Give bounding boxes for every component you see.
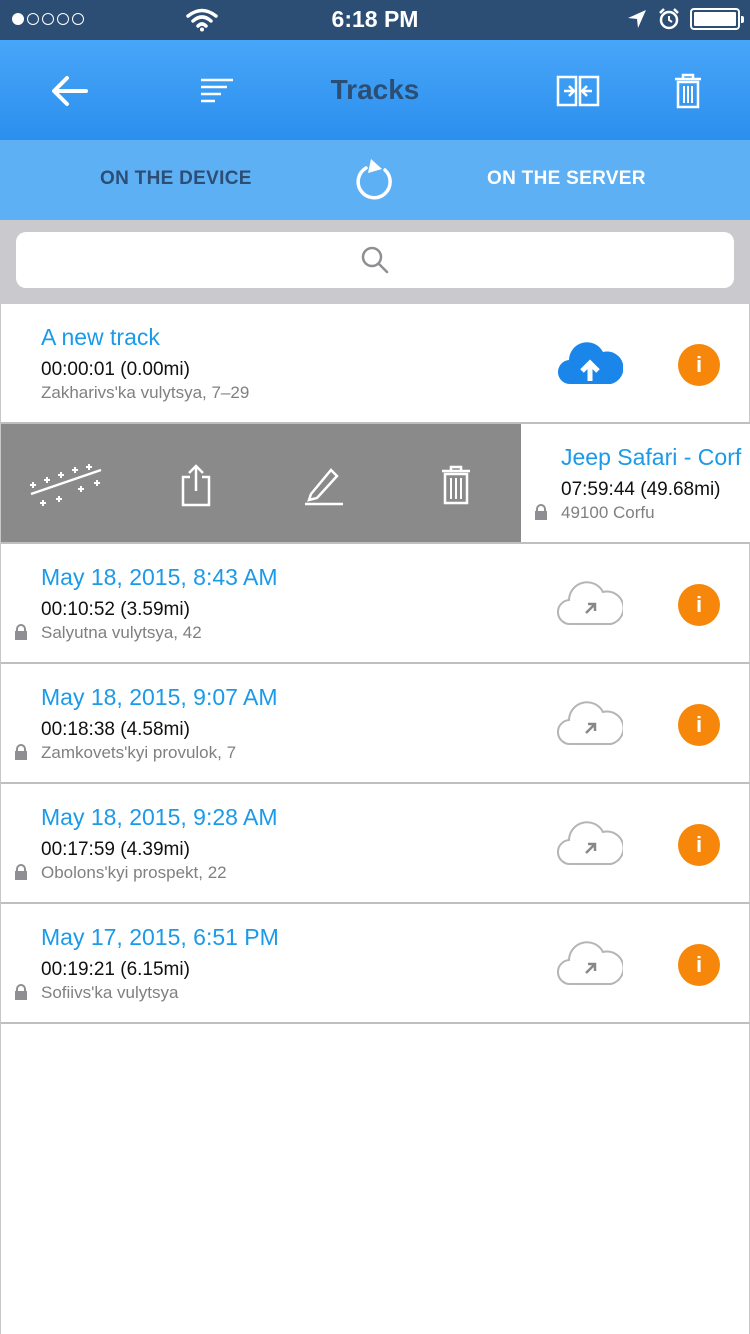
track-duration: 00:17:59 (4.39mi)	[41, 839, 190, 860]
edit-track-button[interactable]	[299, 460, 349, 510]
page-title: Tracks	[330, 74, 420, 105]
cloud-outline-icon[interactable]	[557, 940, 623, 986]
track-duration: 00:00:01 (0.00mi)	[41, 359, 190, 380]
track-address: Zakharivs'ka vulytsya, 7–29	[41, 383, 250, 402]
lock-icon	[15, 864, 27, 880]
pencil-icon	[305, 468, 343, 506]
track-row[interactable]: A new track 00:00:01 (0.00mi) Zakharivs'…	[1, 304, 750, 424]
share-track-button[interactable]	[171, 460, 221, 510]
tab-on-the-server[interactable]: ON THE SERVER	[487, 168, 646, 190]
magic-wand-icon	[30, 464, 102, 506]
swiped-track-content[interactable]: Jeep Safari - Corf 07:59:44 (49.68mi) 49…	[521, 424, 750, 542]
track-title: May 18, 2015, 8:43 AM	[41, 564, 278, 590]
status-bar: 6:18 PM	[0, 0, 750, 40]
info-button[interactable]: i	[678, 344, 720, 386]
refresh-icon[interactable]	[353, 154, 399, 204]
source-segment-bar: ON THE DEVICE ON THE SERVER	[0, 140, 750, 220]
merge-icon	[556, 75, 600, 107]
track-row-swiped[interactable]: Jeep Safari - Corf 07:59:44 (49.68mi) 49…	[1, 424, 750, 544]
track-address: Salyutna vulytsya, 42	[41, 623, 202, 642]
track-row[interactable]: May 18, 2015, 9:28 AM 00:17:59 (4.39mi) …	[1, 784, 750, 904]
delete-all-button[interactable]	[663, 66, 713, 116]
share-icon	[181, 464, 211, 507]
search-icon	[361, 246, 389, 274]
track-address: Obolons'kyi prospekt, 22	[41, 863, 227, 882]
delete-track-button[interactable]	[431, 460, 481, 510]
track-row[interactable]: May 18, 2015, 9:07 AM 00:18:38 (4.58mi) …	[1, 664, 750, 784]
info-button[interactable]: i	[678, 584, 720, 626]
lock-icon	[15, 624, 27, 640]
info-button[interactable]: i	[678, 944, 720, 986]
tracks-list: A new track 00:00:01 (0.00mi) Zakharivs'…	[0, 304, 750, 1334]
swipe-actions	[1, 424, 521, 542]
merge-tracks-button[interactable]	[553, 66, 603, 116]
track-duration: 00:10:52 (3.59mi)	[41, 599, 190, 620]
track-duration: 00:18:38 (4.58mi)	[41, 719, 190, 740]
track-duration: 00:19:21 (6.15mi)	[41, 959, 190, 980]
lock-icon	[15, 744, 27, 760]
cloud-outline-icon[interactable]	[557, 700, 623, 746]
track-title: May 17, 2015, 6:51 PM	[41, 924, 279, 950]
cloud-outline-icon[interactable]	[557, 820, 623, 866]
tab-on-the-device[interactable]: ON THE DEVICE	[100, 168, 252, 190]
track-duration: 07:59:44 (49.68mi)	[561, 479, 721, 500]
location-arrow-icon	[628, 10, 646, 28]
search-area	[0, 220, 750, 304]
track-title: May 18, 2015, 9:28 AM	[41, 804, 278, 830]
track-title: A new track	[41, 324, 160, 350]
track-title: Jeep Safari - Corf	[561, 444, 742, 470]
search-input[interactable]	[16, 232, 734, 288]
track-address: Sofiivs'ka vulytsya	[41, 983, 179, 1002]
navigation-bar: Tracks	[0, 40, 750, 140]
track-address: 49100 Corfu	[561, 503, 655, 522]
lock-icon	[535, 504, 547, 520]
cloud-upload-icon[interactable]	[557, 340, 623, 386]
info-button[interactable]: i	[678, 824, 720, 866]
track-row[interactable]: May 17, 2015, 6:51 PM 00:19:21 (6.15mi) …	[1, 904, 750, 1024]
simplify-track-button[interactable]	[23, 460, 107, 510]
alarm-icon	[659, 8, 679, 30]
info-button[interactable]: i	[678, 704, 720, 746]
track-row[interactable]: May 18, 2015, 8:43 AM 00:10:52 (3.59mi) …	[1, 544, 750, 664]
trash-icon	[442, 465, 470, 505]
lock-icon	[15, 984, 27, 1000]
battery-icon	[690, 8, 744, 30]
cloud-outline-icon[interactable]	[557, 580, 623, 626]
trash-icon	[675, 73, 701, 109]
track-title: May 18, 2015, 9:07 AM	[41, 684, 278, 710]
track-address: Zamkovets'kyi provulok, 7	[41, 743, 237, 762]
